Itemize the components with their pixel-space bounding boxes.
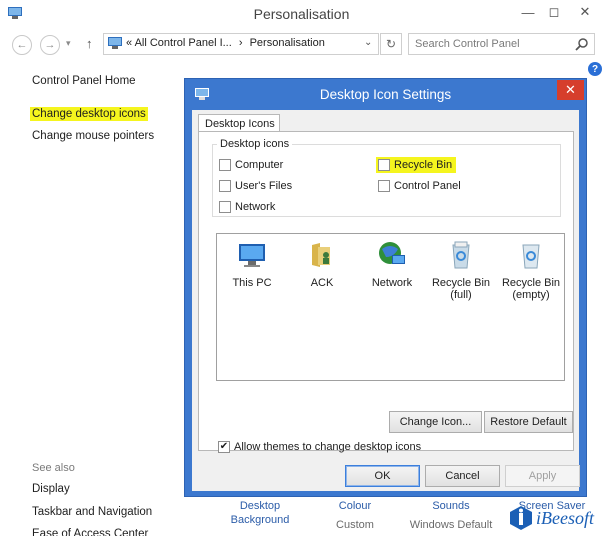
checkbox-control-panel[interactable]: Control Panel [378, 180, 461, 192]
breadcrumb-separator: › [238, 37, 243, 49]
control-panel-icon [108, 37, 122, 49]
desktop-background-link[interactable]: Desktop Background [222, 499, 298, 527]
refresh-button[interactable]: ↻ [380, 33, 402, 55]
icon-list[interactable]: This PC ACK Network Recycle Bin (full) R… [216, 233, 565, 381]
sounds-label: Sounds [432, 500, 470, 512]
colour-link[interactable]: Colour Custom [320, 499, 390, 532]
tab-panel: Desktop icons Computer User's Files Netw… [198, 131, 574, 453]
dialog-close-button[interactable]: ✕ [557, 80, 584, 100]
icon-item-recycle-bin-full[interactable]: Recycle Bin (full) [429, 239, 493, 301]
window-title: Personalisation [253, 6, 350, 22]
ibeesoft-logo-icon [510, 506, 532, 530]
checkbox-box[interactable] [219, 201, 231, 213]
icon-label: Network [371, 277, 413, 289]
icon-label: ACK [310, 277, 334, 289]
sidebar-change-mouse-pointers[interactable]: Change mouse pointers [32, 130, 154, 142]
back-arrow-icon: ← [16, 39, 28, 51]
desktop-background-label: Desktop [239, 500, 281, 512]
checkbox-label: Recycle Bin [394, 159, 453, 171]
checkbox-label: User's Files [235, 180, 293, 192]
breadcrumb: « All Control Panel I... › Personalisati… [126, 37, 325, 49]
checkbox-box[interactable] [378, 159, 390, 171]
checkbox-box[interactable] [219, 159, 231, 171]
checkbox-allow-themes[interactable]: ✔ Allow themes to change desktop icons [218, 441, 421, 453]
network-globe-icon [379, 242, 405, 264]
checkbox-label: Computer [235, 159, 284, 171]
recycle-bin-empty-icon [522, 244, 540, 269]
desktop-icon-settings-dialog: Desktop Icon Settings ✕ Desktop Icons De… [184, 78, 587, 497]
apply-button[interactable]: Apply [505, 465, 580, 487]
desktop-background-sub: Background [230, 514, 290, 526]
sidebar-control-panel-home[interactable]: Control Panel Home [32, 75, 136, 87]
icon-label: Recycle Bin (full) [431, 277, 491, 301]
dialog-title: Desktop Icon Settings [319, 87, 452, 102]
checkbox-box[interactable]: ✔ [218, 441, 230, 453]
checkbox-box[interactable] [219, 180, 231, 192]
refresh-icon: ↻ [385, 37, 397, 51]
address-bar[interactable]: « All Control Panel I... › Personalisati… [103, 33, 379, 55]
breadcrumb-overflow[interactable]: « [126, 37, 132, 49]
minimize-button[interactable]: — [515, 2, 541, 22]
back-button[interactable]: ← [12, 35, 32, 55]
colour-sub: Custom [336, 519, 374, 531]
icon-item-recycle-bin-empty[interactable]: Recycle Bin (empty) [499, 239, 563, 301]
icon-label: This PC [232, 277, 272, 289]
see-also-taskbar-navigation[interactable]: Taskbar and Navigation [32, 506, 152, 518]
forward-button[interactable]: → [40, 35, 60, 55]
checkbox-network[interactable]: Network [219, 201, 275, 213]
see-also-ease-of-access[interactable]: Ease of Access Center [32, 528, 148, 536]
see-also-display[interactable]: Display [32, 483, 70, 495]
breadcrumb-personalisation[interactable]: Personalisation [250, 37, 325, 49]
change-icon-button[interactable]: Change Icon... [389, 411, 482, 433]
icon-item-ack[interactable]: ACK [290, 239, 354, 289]
search-icon[interactable] [575, 37, 589, 51]
icon-item-network[interactable]: Network [360, 239, 424, 289]
forward-arrow-icon: → [44, 39, 56, 51]
watermark-text: iBeesoft [536, 508, 594, 528]
tab-desktop-icons[interactable]: Desktop Icons [198, 114, 280, 132]
checkbox-users-files[interactable]: User's Files [219, 180, 292, 192]
restore-default-button[interactable]: Restore Default [484, 411, 573, 433]
dialog-body: Desktop Icons Desktop icons Computer Use… [192, 110, 580, 491]
up-arrow-icon[interactable]: ↑ [86, 36, 93, 51]
help-icon[interactable]: ? [588, 62, 602, 76]
checkmark-icon: ✔ [219, 441, 229, 452]
close-window-button[interactable]: ✕ [567, 2, 603, 22]
search-input[interactable]: Search Control Panel [408, 33, 595, 55]
group-label: Desktop icons [217, 138, 293, 150]
breadcrumb-all-control-panel[interactable]: All Control Panel I... [135, 37, 232, 49]
ok-button[interactable]: OK [345, 465, 420, 487]
recycle-bin-full-icon [452, 241, 470, 269]
icon-label: Recycle Bin (empty) [501, 277, 561, 301]
computer-icon [239, 244, 265, 267]
search-placeholder: Search Control Panel [415, 38, 520, 50]
checkbox-label: Control Panel [394, 180, 461, 192]
icon-item-this-pc[interactable]: This PC [220, 239, 284, 289]
checkbox-recycle-bin[interactable]: Recycle Bin [376, 157, 457, 173]
checkbox-label: Network [235, 201, 276, 213]
cancel-button[interactable]: Cancel [425, 465, 500, 487]
close-icon: ✕ [565, 82, 576, 97]
address-dropdown-chevron-icon[interactable]: ⌄ [364, 37, 372, 48]
desktop-icons-group: Desktop icons Computer User's Files Netw… [212, 138, 561, 217]
user-folder-icon [312, 243, 330, 267]
see-also-heading: See also [32, 462, 75, 474]
checkbox-computer[interactable]: Computer [219, 159, 283, 171]
colour-label: Colour [338, 500, 372, 512]
checkbox-label: Allow themes to change desktop icons [234, 441, 422, 453]
ibeesoft-watermark: iBeesoft [506, 503, 602, 535]
sidebar-change-desktop-icons[interactable]: Change desktop icons [30, 107, 148, 121]
recent-locations-chevron-icon[interactable]: ▾ [66, 38, 71, 49]
window-titlebar: Personalisation — ◻ ✕ [0, 0, 603, 30]
sounds-link[interactable]: Sounds Windows Default [404, 499, 498, 532]
sounds-sub: Windows Default [409, 519, 493, 531]
checkbox-box[interactable] [378, 180, 390, 192]
maximize-button[interactable]: ◻ [541, 2, 567, 22]
